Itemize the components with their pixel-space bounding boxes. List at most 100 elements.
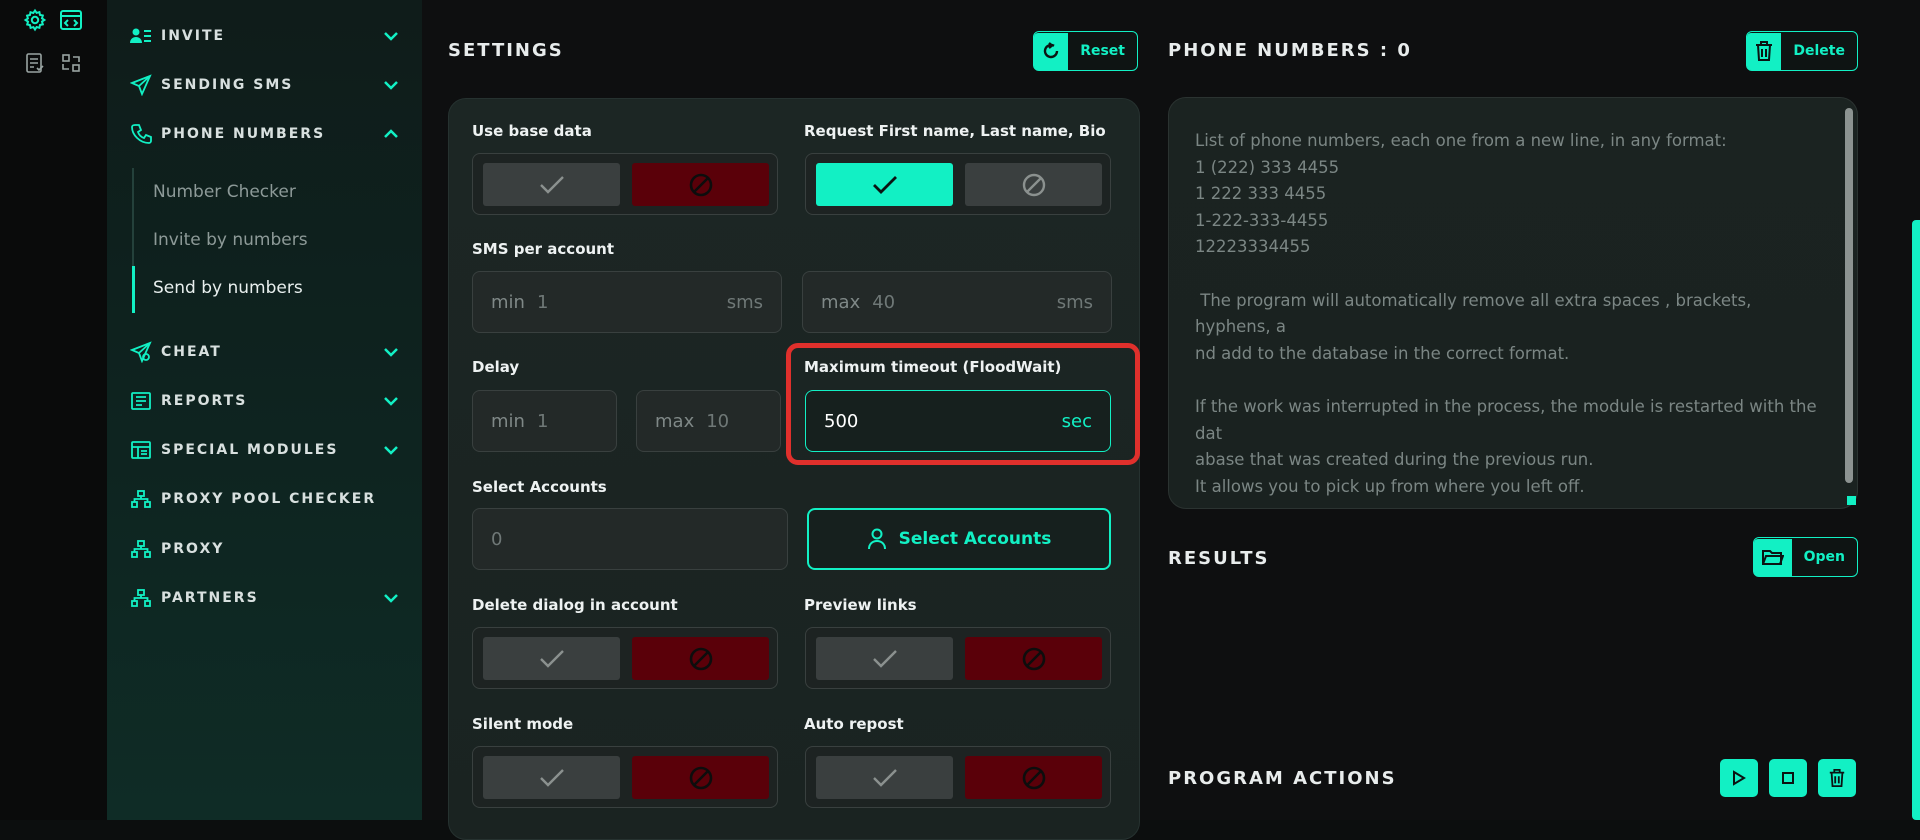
play-button[interactable] (1720, 759, 1758, 797)
auto-repost-toggle (805, 746, 1111, 808)
settings-title: SETTINGS (448, 40, 564, 61)
chevron-down-icon (382, 27, 400, 45)
delete-dialog-no[interactable] (632, 637, 769, 680)
sidebar-subitem-number-checker[interactable]: Number Checker (153, 182, 296, 202)
select-accounts-label: Select Accounts (472, 478, 607, 496)
sms-per-account-label: SMS per account (472, 240, 615, 258)
folder-icon (1754, 538, 1792, 576)
page-scrollbar[interactable] (1912, 220, 1920, 820)
sms-min-field[interactable]: min 1 sms (472, 271, 782, 333)
request-names-no[interactable] (965, 163, 1102, 206)
sidebar: INVITE SENDING SMS PHONE NUMBERS Number … (107, 0, 422, 820)
sms-max-suffix: sms (1056, 291, 1093, 313)
sms-max-value: 40 (872, 291, 896, 313)
auto-repost-no[interactable] (965, 756, 1102, 799)
delete-label: Delete (1793, 43, 1845, 59)
sms-min-suffix: sms (726, 291, 763, 313)
delay-max-prefix: max (655, 410, 695, 432)
use-base-data-no[interactable] (632, 163, 769, 206)
trash-icon (1747, 32, 1782, 70)
sidebar-item-phone-numbers[interactable]: PHONE NUMBERS (129, 119, 400, 149)
stop-icon (1782, 772, 1794, 784)
user-list-icon (129, 24, 153, 48)
delay-max-value: 10 (706, 410, 730, 432)
delete-dialog-yes[interactable] (483, 637, 620, 680)
sidebar-item-label: PROXY POOL CHECKER (161, 491, 377, 507)
reset-button[interactable]: Reset (1033, 31, 1138, 71)
chevron-down-icon (382, 441, 400, 459)
sidebar-item-partners[interactable]: PARTNERS (129, 583, 400, 613)
modules-icon (129, 438, 153, 462)
preview-links-no[interactable] (965, 637, 1102, 680)
network-icon (129, 586, 153, 610)
sidebar-item-invite[interactable]: INVITE (129, 21, 400, 51)
sidebar-item-reports[interactable]: REPORTS (129, 386, 400, 416)
silent-mode-toggle (472, 746, 778, 808)
accounts-count-value: 0 (491, 528, 503, 550)
phone-numbers-textarea[interactable]: List of phone numbers, each one from a n… (1168, 97, 1858, 509)
silent-mode-yes[interactable] (483, 756, 620, 799)
refresh-icon (1034, 32, 1069, 70)
swap-icon[interactable] (58, 50, 84, 76)
textarea-scrollbar[interactable] (1845, 108, 1853, 483)
sidebar-item-proxy-pool-checker[interactable]: PROXY POOL CHECKER (129, 484, 400, 514)
chevron-down-icon (382, 343, 400, 361)
sidebar-item-label: REPORTS (161, 393, 248, 409)
send-icon (129, 340, 153, 364)
sidebar-item-sending-sms[interactable]: SENDING SMS (129, 70, 400, 100)
delay-label: Delay (472, 358, 520, 376)
sidebar-subitem-send-by-numbers[interactable]: Send by numbers (153, 278, 303, 298)
phone-icon (129, 122, 153, 146)
gear-icon[interactable] (22, 7, 48, 33)
program-actions-title: PROGRAM ACTIONS (1168, 768, 1397, 789)
sidebar-item-label: INVITE (161, 28, 226, 44)
chevron-up-icon (382, 125, 400, 143)
delay-max-field[interactable]: max 10 (636, 390, 781, 452)
preview-links-label: Preview links (804, 596, 917, 614)
sidebar-item-label: PROXY (161, 541, 225, 557)
chevron-down-icon (382, 392, 400, 410)
accounts-count-field[interactable]: 0 (472, 508, 788, 570)
icon-rail (0, 0, 107, 820)
sidebar-item-special-modules[interactable]: SPECIAL MODULES (129, 435, 400, 465)
sms-max-prefix: max (821, 291, 861, 313)
chevron-down-icon (382, 76, 400, 94)
delete-dialog-label: Delete dialog in account (472, 596, 678, 614)
select-accounts-button-label: Select Accounts (898, 529, 1052, 549)
sidebar-item-label: SPECIAL MODULES (161, 442, 339, 458)
delay-min-prefix: min (491, 410, 525, 432)
play-icon (1733, 770, 1746, 786)
reports-icon (129, 389, 153, 413)
stop-button[interactable] (1769, 759, 1807, 797)
code-window-icon[interactable] (58, 7, 84, 33)
sms-max-field[interactable]: max 40 sms (802, 271, 1112, 333)
sidebar-subitem-invite-by-numbers[interactable]: Invite by numbers (153, 230, 308, 250)
chevron-down-icon (382, 589, 400, 607)
delay-min-value: 1 (536, 410, 549, 432)
open-button[interactable]: Open (1753, 537, 1858, 577)
preview-links-yes[interactable] (816, 637, 953, 680)
clear-button[interactable] (1818, 759, 1856, 797)
request-names-label: Request First name, Last name, Bio (804, 122, 1106, 140)
open-label: Open (1803, 549, 1845, 565)
delay-min-field[interactable]: min 1 (472, 390, 617, 452)
sms-min-prefix: min (491, 291, 525, 313)
sidebar-item-label: PHONE NUMBERS (161, 126, 326, 142)
auto-repost-yes[interactable] (816, 756, 953, 799)
checklist-icon[interactable] (22, 50, 48, 76)
silent-mode-label: Silent mode (472, 715, 574, 733)
submenu-active-indicator (132, 266, 135, 313)
resize-handle-icon[interactable] (1847, 496, 1856, 505)
sidebar-item-proxy[interactable]: PROXY (129, 534, 400, 564)
auto-repost-label: Auto repost (804, 715, 904, 733)
sidebar-item-cheat[interactable]: CHEAT (129, 337, 400, 367)
sidebar-item-label: PARTNERS (161, 590, 259, 606)
silent-mode-no[interactable] (632, 756, 769, 799)
delete-button[interactable]: Delete (1746, 31, 1858, 71)
sms-min-value: 1 (536, 291, 549, 313)
select-accounts-button[interactable]: Select Accounts (807, 508, 1111, 570)
preview-links-toggle (805, 627, 1111, 689)
request-names-yes[interactable] (816, 163, 953, 206)
request-names-toggle (805, 153, 1111, 215)
use-base-data-yes[interactable] (483, 163, 620, 206)
